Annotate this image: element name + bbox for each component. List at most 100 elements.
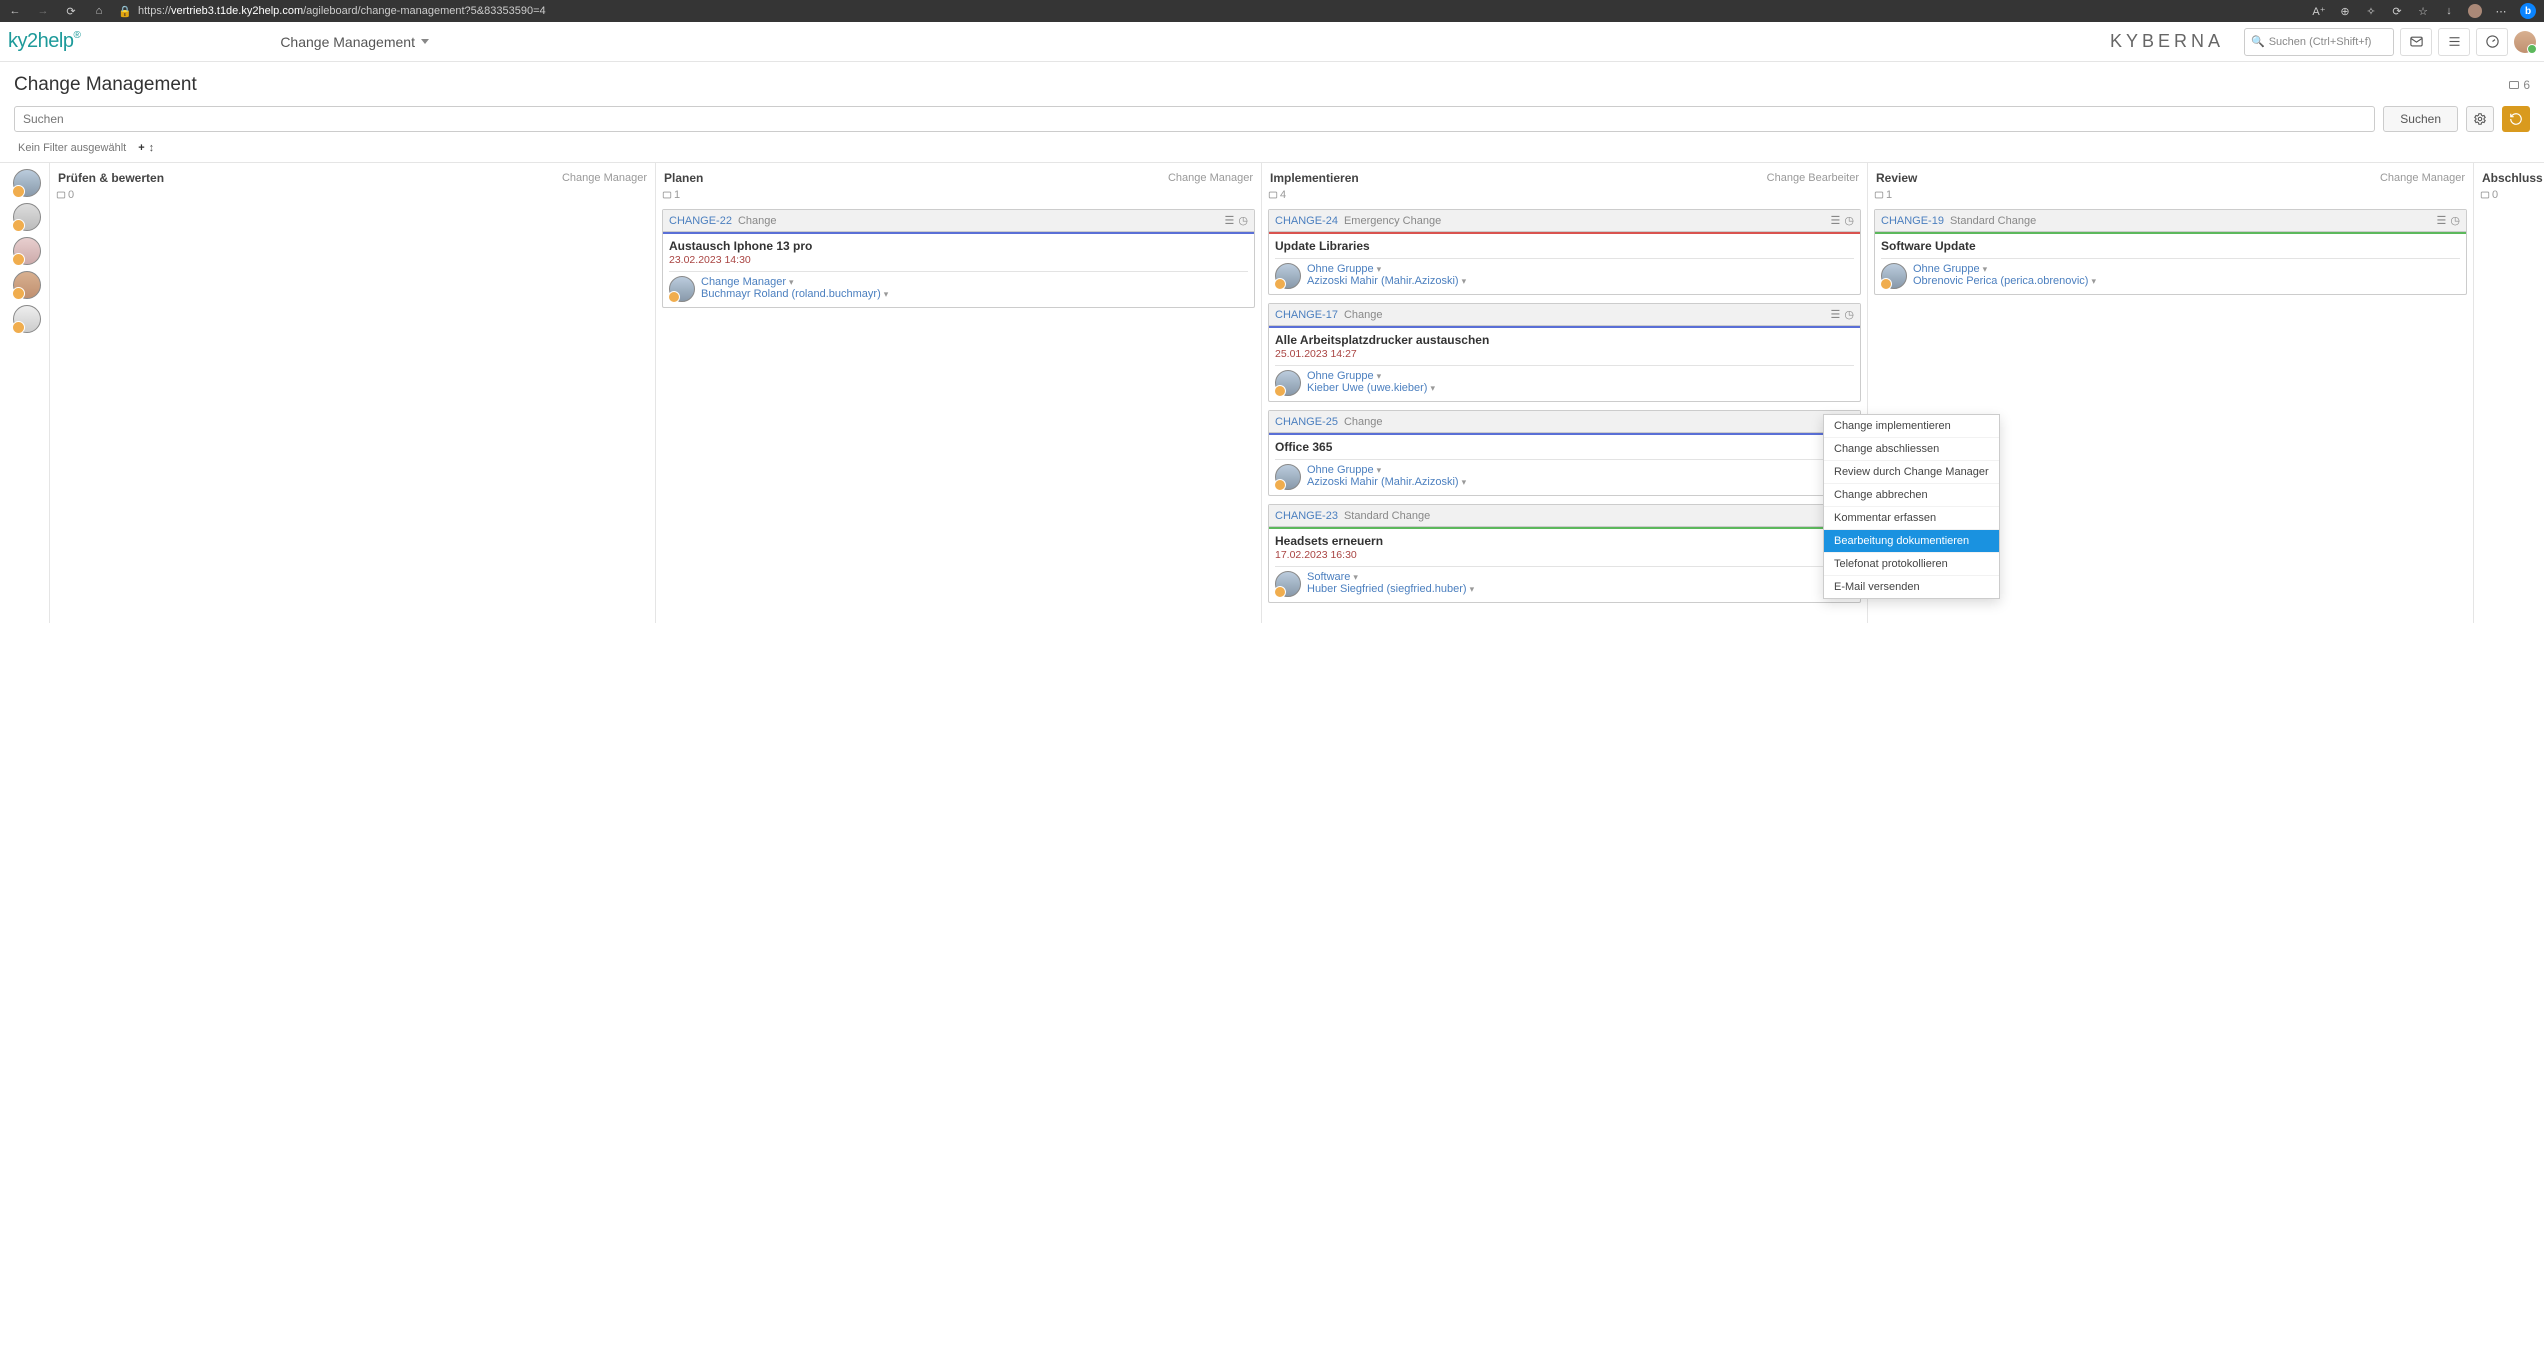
menu-icon[interactable]: ☰ [1831, 308, 1841, 321]
refresh-icon [2509, 112, 2523, 126]
card-group[interactable]: Software ▾ [1307, 571, 1474, 583]
card-avatar[interactable] [669, 276, 695, 302]
download-icon[interactable]: ↓ [2442, 4, 2456, 18]
card-person[interactable]: Buchmayr Roland (roland.buchmayr) ▾ [701, 288, 888, 300]
context-menu-item[interactable]: Kommentar erfassen [1824, 507, 1999, 530]
refresh-button[interactable] [2502, 106, 2530, 132]
text-size-icon[interactable]: A⁺ [2312, 4, 2326, 18]
card-avatar[interactable] [1881, 263, 1907, 289]
home-icon[interactable]: ⌂ [92, 4, 106, 18]
rail-avatar[interactable] [13, 203, 41, 231]
card-id[interactable]: CHANGE-24 [1275, 215, 1338, 227]
change-card[interactable]: CHANGE-23 Standard Change ☰ ◷ Headsets e… [1268, 504, 1861, 603]
card-avatar[interactable] [1275, 571, 1301, 597]
context-menu-item[interactable]: Review durch Change Manager [1824, 461, 1999, 484]
card-person[interactable]: Kieber Uwe (uwe.kieber) ▾ [1307, 382, 1435, 394]
context-menu-item[interactable]: E-Mail versenden [1824, 576, 1999, 598]
app-header: ky2help® Change Management KYBERNA 🔍 Suc… [0, 22, 2544, 62]
profile-icon[interactable] [2468, 4, 2482, 18]
page-title-bar: Change Management 6 [0, 62, 2544, 106]
card-person[interactable]: Huber Siegfried (siegfried.huber) ▾ [1307, 583, 1474, 595]
menu-icon[interactable]: ☰ [2437, 214, 2447, 227]
card-group[interactable]: Ohne Gruppe ▾ [1307, 464, 1466, 476]
card-group[interactable]: Ohne Gruppe ▾ [1913, 263, 2096, 275]
dashboard-button[interactable] [2476, 28, 2508, 56]
board-column: Abschluss 0 [2474, 163, 2544, 623]
card-group[interactable]: Ohne Gruppe ▾ [1307, 370, 1435, 382]
breadcrumb-dropdown[interactable]: Change Management [280, 34, 429, 50]
gauge-icon [2485, 34, 2500, 49]
context-menu-item[interactable]: Telefonat protokollieren [1824, 553, 1999, 576]
context-menu-item[interactable]: Change implementieren [1824, 415, 1999, 438]
card-id[interactable]: CHANGE-23 [1275, 510, 1338, 522]
card-date: 25.01.2023 14:27 [1275, 348, 1854, 360]
reload-icon[interactable]: ⟳ [64, 4, 78, 18]
card-type: Standard Change [1950, 215, 2036, 227]
rail-avatar[interactable] [13, 271, 41, 299]
clock-icon[interactable]: ◷ [1238, 214, 1248, 227]
menu-icon[interactable]: ☰ [1831, 214, 1841, 227]
change-card[interactable]: CHANGE-22 Change ☰ ◷ Austausch Iphone 13… [662, 209, 1255, 308]
column-count: 1 [662, 189, 1255, 201]
card-icon [2508, 79, 2520, 91]
column-title: Prüfen & bewerten [58, 171, 164, 185]
context-menu-item[interactable]: Bearbeitung dokumentieren [1824, 530, 1999, 553]
card-group[interactable]: Ohne Gruppe ▾ [1307, 263, 1466, 275]
card-avatar[interactable] [1275, 370, 1301, 396]
url-text[interactable]: https://vertrieb3.t1de.ky2help.com/agile… [138, 5, 546, 17]
settings-button[interactable] [2466, 106, 2494, 132]
clock-icon[interactable]: ◷ [1844, 308, 1854, 321]
card-person[interactable]: Azizoski Mahir (Mahir.Azizoski) ▾ [1307, 476, 1466, 488]
clock-icon[interactable]: ◷ [2450, 214, 2460, 227]
browser-chrome: ← → ⟳ ⌂ 🔒 https://vertrieb3.t1de.ky2help… [0, 0, 2544, 22]
card-person[interactable]: Obrenovic Perica (perica.obrenovic) ▾ [1913, 275, 2096, 287]
card-type: Standard Change [1344, 510, 1430, 522]
card-group[interactable]: Change Manager ▾ [701, 276, 888, 288]
app-logo[interactable]: ky2help® [4, 30, 80, 53]
card-id[interactable]: CHANGE-22 [669, 215, 732, 227]
card-type: Change [738, 215, 777, 227]
bing-icon[interactable]: b [2520, 3, 2536, 19]
search-button[interactable]: Suchen [2383, 106, 2458, 132]
rail-avatar[interactable] [13, 237, 41, 265]
card-title: Headsets erneuern [1275, 534, 1854, 548]
column-title: Planen [664, 171, 703, 185]
zoom-icon[interactable]: ⊕ [2338, 4, 2352, 18]
card-id[interactable]: CHANGE-17 [1275, 309, 1338, 321]
filter-label: Kein Filter ausgewählt [18, 142, 126, 154]
back-icon[interactable]: ← [8, 4, 22, 18]
list-button[interactable] [2438, 28, 2470, 56]
lock-icon[interactable]: 🔒 [118, 4, 132, 18]
clock-icon[interactable]: ◷ [1844, 214, 1854, 227]
board-search-input[interactable] [14, 106, 2375, 132]
card-icon [56, 190, 66, 200]
user-avatar[interactable] [2514, 31, 2536, 53]
context-menu-item[interactable]: Change abbrechen [1824, 484, 1999, 507]
shopping-icon[interactable]: ✧ [2364, 4, 2378, 18]
change-card[interactable]: CHANGE-24 Emergency Change ☰ ◷ Update Li… [1268, 209, 1861, 295]
column-count: 0 [56, 189, 649, 201]
context-menu-item[interactable]: Change abschliessen [1824, 438, 1999, 461]
brand-logo: KYBERNA [2110, 31, 2224, 52]
inbox-button[interactable] [2400, 28, 2432, 56]
sync-icon[interactable]: ⟳ [2390, 4, 2404, 18]
add-filter-icon[interactable]: + [138, 142, 144, 154]
card-title: Update Libraries [1275, 239, 1854, 253]
change-card[interactable]: CHANGE-25 Change ☰ ◷ Office 365 Ohne Gru… [1268, 410, 1861, 496]
card-person[interactable]: Azizoski Mahir (Mahir.Azizoski) ▾ [1307, 275, 1466, 287]
card-avatar[interactable] [1275, 263, 1301, 289]
favorites-icon[interactable]: ☆ [2416, 4, 2430, 18]
menu-icon[interactable]: ☰ [1225, 214, 1235, 227]
rail-avatar[interactable] [13, 305, 41, 333]
card-id[interactable]: CHANGE-25 [1275, 416, 1338, 428]
change-card[interactable]: CHANGE-17 Change ☰ ◷ Alle Arbeitsplatzdr… [1268, 303, 1861, 402]
change-card[interactable]: CHANGE-19 Standard Change ☰ ◷ Software U… [1874, 209, 2467, 295]
global-search[interactable]: 🔍 Suchen (Ctrl+Shift+f) [2244, 28, 2394, 56]
filter-row: Kein Filter ausgewählt + ↕ [0, 138, 2544, 162]
more-icon[interactable]: ⋯ [2494, 4, 2508, 18]
card-context-menu[interactable]: Change implementierenChange abschliessen… [1823, 414, 2000, 599]
rail-avatar[interactable] [13, 169, 41, 197]
card-id[interactable]: CHANGE-19 [1881, 215, 1944, 227]
expand-icon[interactable]: ↕ [149, 142, 155, 154]
card-avatar[interactable] [1275, 464, 1301, 490]
